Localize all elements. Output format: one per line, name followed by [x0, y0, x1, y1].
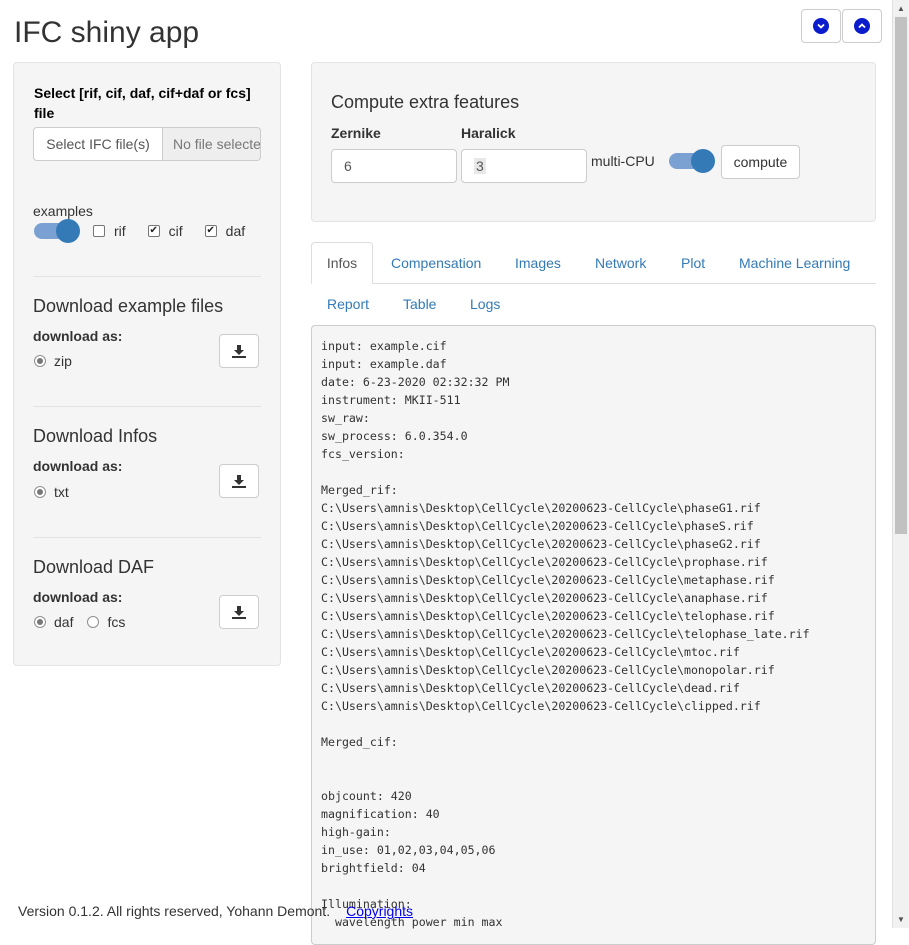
infos-text: input: example.cif input: example.daf da… [321, 339, 810, 929]
download-icon [232, 474, 246, 488]
zernike-label: Zernike [331, 125, 381, 141]
app-title: IFC shiny app [14, 16, 200, 49]
select-file-button[interactable]: Select IFC file(s) [33, 127, 163, 161]
radio-fcs[interactable]: fcs [87, 614, 125, 630]
download-icon [232, 344, 246, 358]
zernike-value: 6 [344, 158, 352, 174]
download-example-button[interactable] [219, 334, 259, 368]
checkbox-label: daf [225, 223, 246, 239]
scroll-buttons [801, 9, 882, 43]
radio-label: zip [54, 353, 72, 369]
scroll-down-button[interactable] [801, 9, 841, 43]
download-daf-button[interactable] [219, 595, 259, 629]
checkbox-label: rif [114, 223, 126, 239]
scroll-up-button[interactable] [842, 9, 882, 43]
divider [33, 276, 261, 277]
checkbox-box [93, 225, 105, 237]
radio-label: fcs [107, 614, 126, 630]
sidebar-panel: Select [rif, cif, daf, cif+daf or fcs] f… [13, 62, 281, 666]
file-select-label: Select [rif, cif, daf, cif+daf or fcs] f… [34, 85, 251, 121]
checkbox-daf[interactable]: ✔ daf [204, 223, 246, 239]
download-icon [232, 605, 246, 619]
chevron-down-circle-icon [813, 18, 829, 34]
footer: Version 0.1.2. All rights reserved, Yoha… [18, 903, 413, 919]
download-as-label: download as: [33, 458, 123, 474]
radio-label: txt [54, 484, 69, 500]
scrollbar-thumb[interactable] [895, 17, 907, 534]
tab-report[interactable]: Report [327, 296, 369, 312]
haralick-label: Haralick [461, 125, 516, 141]
haralick-value: 3 [474, 158, 486, 174]
radio-dot [87, 616, 100, 628]
checkbox-rif[interactable]: rif [93, 223, 126, 239]
file-name-field: No file selected [163, 127, 261, 161]
divider [33, 406, 261, 407]
download-daf-format: daf fcs [34, 614, 125, 630]
tab-network[interactable]: Network [595, 255, 646, 271]
examples-toggle[interactable] [34, 219, 80, 243]
radio-dot [34, 616, 46, 628]
main-tabs: Infos Compensation Images Network Plot M… [311, 242, 876, 325]
examples-checkboxes: rif ✔ cif ✔ daf [93, 223, 245, 239]
radio-zip[interactable]: zip [34, 353, 72, 369]
multicpu-toggle[interactable] [669, 149, 715, 173]
radio-txt[interactable]: txt [34, 484, 69, 500]
download-infos-title: Download Infos [33, 426, 158, 446]
tab-table[interactable]: Table [403, 296, 436, 312]
tab-images[interactable]: Images [515, 255, 561, 271]
toggle-knob [56, 219, 80, 243]
download-daf-title: Download DAF [33, 557, 155, 577]
tabs-underline [373, 283, 876, 284]
check-icon: ✔ [204, 225, 217, 237]
infos-output[interactable]: input: example.cif input: example.daf da… [311, 325, 876, 945]
divider [33, 537, 261, 538]
compute-title: Compute extra features [331, 92, 520, 112]
download-infos-format: txt [34, 484, 69, 500]
version-text: Version 0.1.2. All rights reserved, Yoha… [18, 903, 331, 919]
toggle-knob [691, 149, 715, 173]
tab-machine-learning[interactable]: Machine Learning [739, 255, 850, 271]
haralick-input[interactable]: 3 [461, 149, 587, 183]
download-example-format: zip [34, 353, 72, 369]
copyrights-link[interactable]: Copyrights [346, 903, 413, 919]
tab-compensation[interactable]: Compensation [391, 255, 481, 271]
download-infos-button[interactable] [219, 464, 259, 498]
download-as-label: download as: [33, 589, 123, 605]
checkbox-cif[interactable]: ✔ cif [147, 223, 183, 239]
tab-plot[interactable]: Plot [681, 255, 705, 271]
compute-button[interactable]: compute [721, 145, 800, 179]
download-example-title: Download example files [33, 296, 224, 316]
scroll-down-arrow-icon[interactable]: ▼ [893, 911, 909, 927]
download-as-label: download as: [33, 328, 123, 344]
check-icon: ✔ [147, 225, 160, 237]
tab-logs[interactable]: Logs [470, 296, 500, 312]
zernike-input[interactable]: 6 [331, 149, 457, 183]
tab-infos[interactable]: Infos [311, 242, 373, 284]
examples-label: examples [33, 203, 93, 219]
checkbox-label: cif [168, 223, 183, 239]
radio-label: daf [54, 614, 74, 630]
page-scrollbar[interactable]: ▲ ▼ [892, 0, 909, 928]
file-input-group: Select IFC file(s) No file selected [33, 127, 261, 161]
compute-panel: Compute extra features Zernike 6 Haralic… [311, 62, 876, 222]
radio-dot [34, 486, 46, 498]
scroll-up-arrow-icon[interactable]: ▲ [893, 0, 909, 16]
chevron-up-circle-icon [854, 18, 870, 34]
multicpu-label: multi-CPU [591, 153, 655, 169]
radio-dot [34, 355, 46, 367]
radio-daf[interactable]: daf [34, 614, 73, 630]
